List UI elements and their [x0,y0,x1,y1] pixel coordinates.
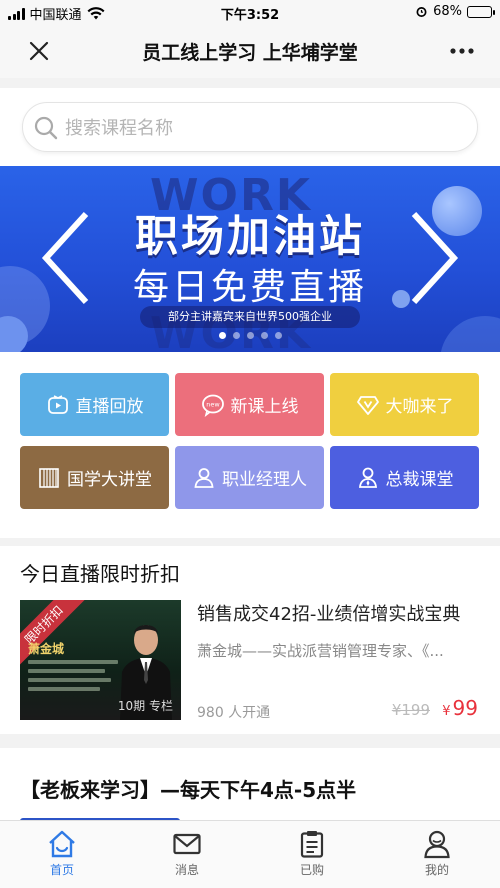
section-title: 今日直播限时折扣 [20,562,180,586]
alarm-icon [416,7,427,17]
tile-guoxue[interactable]: 国学大讲堂 [20,446,169,509]
tile-label: 大咖来了 [385,397,454,417]
tile-ceo-class[interactable]: 总裁课堂 [330,446,479,509]
search-input[interactable] [65,113,465,143]
search-box[interactable] [22,102,478,152]
tile-label: 职业经理人 [222,470,307,490]
course-title: 销售成交42招-业绩倍增实战宝典 [197,604,461,625]
tab-label: 已购 [299,863,324,877]
tile-label: 新课上线 [230,397,299,417]
banner-pill: 部分主讲嘉宾来自世界500强企业 [140,306,360,328]
original-price: ¥199 [391,701,430,719]
page-title: 员工线上学习 上华埔学堂 [142,42,358,64]
tile-experts[interactable]: 大咖来了 [330,373,479,436]
group-icon [358,467,377,488]
nav-bar: 员工线上学习 上华埔学堂 [0,24,500,78]
chevron-right-icon[interactable] [402,208,462,308]
course-description: 萧金城——实战派营销管理专家、《... [197,642,444,660]
thumb-caption: 10期 专栏 [117,699,173,713]
search-icon [34,116,58,140]
home-icon [49,830,75,858]
tab-home[interactable]: 首页 [12,829,112,885]
tab-label: 首页 [49,863,74,877]
carousel-dots [0,332,500,339]
enrolled-count: 980 人开通 [197,705,271,721]
tile-live-replay[interactable]: 直播回放 [20,373,169,436]
close-icon[interactable] [26,38,52,64]
section-title-boss: 【老板来学习】—每天下午4点-5点半 [20,778,357,802]
battery-icon [467,5,495,18]
tab-label: 消息 [174,863,199,877]
main-content: WORK WORK 职场加油站 每日免费直播 部分主讲嘉宾来自世界500强企业 … [0,78,500,820]
envelope-icon [173,833,201,855]
v-badge-icon [356,395,379,415]
sale-price: ¥99 [442,696,478,720]
tile-label: 国学大讲堂 [67,470,152,490]
tab-purchased[interactable]: 已购 [262,829,362,885]
chevron-left-icon[interactable] [38,208,98,308]
svg-text:new: new [206,400,220,408]
battery-percent: 68% [433,4,462,19]
course-thumbnail: 限时折扣 萧金城 10期 专栏 [20,600,181,720]
clipboard-icon [300,831,324,858]
price-symbol: ¥ [442,704,451,719]
status-bar: 中国联通 下午3:52 68% [0,0,500,24]
discount-ribbon: 限时折扣 [20,600,88,669]
tab-messages[interactable]: 消息 [137,829,237,885]
scroll-icon [39,467,59,488]
price-value: 99 [452,696,478,720]
user-icon [424,830,450,859]
carousel-dot[interactable] [274,332,282,339]
new-icon: new [201,394,224,417]
tab-label: 我的 [424,863,449,877]
carousel-dot[interactable] [246,332,254,339]
thumb-text-lines [28,660,118,696]
tile-label: 总裁课堂 [385,470,454,490]
carousel-dot[interactable] [260,332,268,339]
banner-carousel[interactable]: WORK WORK 职场加油站 每日免费直播 部分主讲嘉宾来自世界500强企业 [0,166,500,352]
play-icon [47,394,68,414]
tile-label: 直播回放 [75,397,144,417]
tile-career-manager[interactable]: 职业经理人 [175,446,324,509]
carousel-dot[interactable] [218,332,226,339]
course-card[interactable]: 限时折扣 萧金城 10期 专栏 销售成交42招-业绩倍增实战宝典 萧金城——实战… [20,600,480,721]
status-right: 68% [415,4,495,19]
tab-me[interactable]: 我的 [387,829,487,885]
carousel-dot[interactable] [232,332,240,339]
thumb-speaker-name: 萧金城 [28,642,65,656]
tile-new-courses[interactable]: new 新课上线 [175,373,324,436]
tab-bar: 首页 消息 已购 我的 [0,820,500,888]
more-icon[interactable] [448,38,476,64]
person-icon [194,467,214,488]
